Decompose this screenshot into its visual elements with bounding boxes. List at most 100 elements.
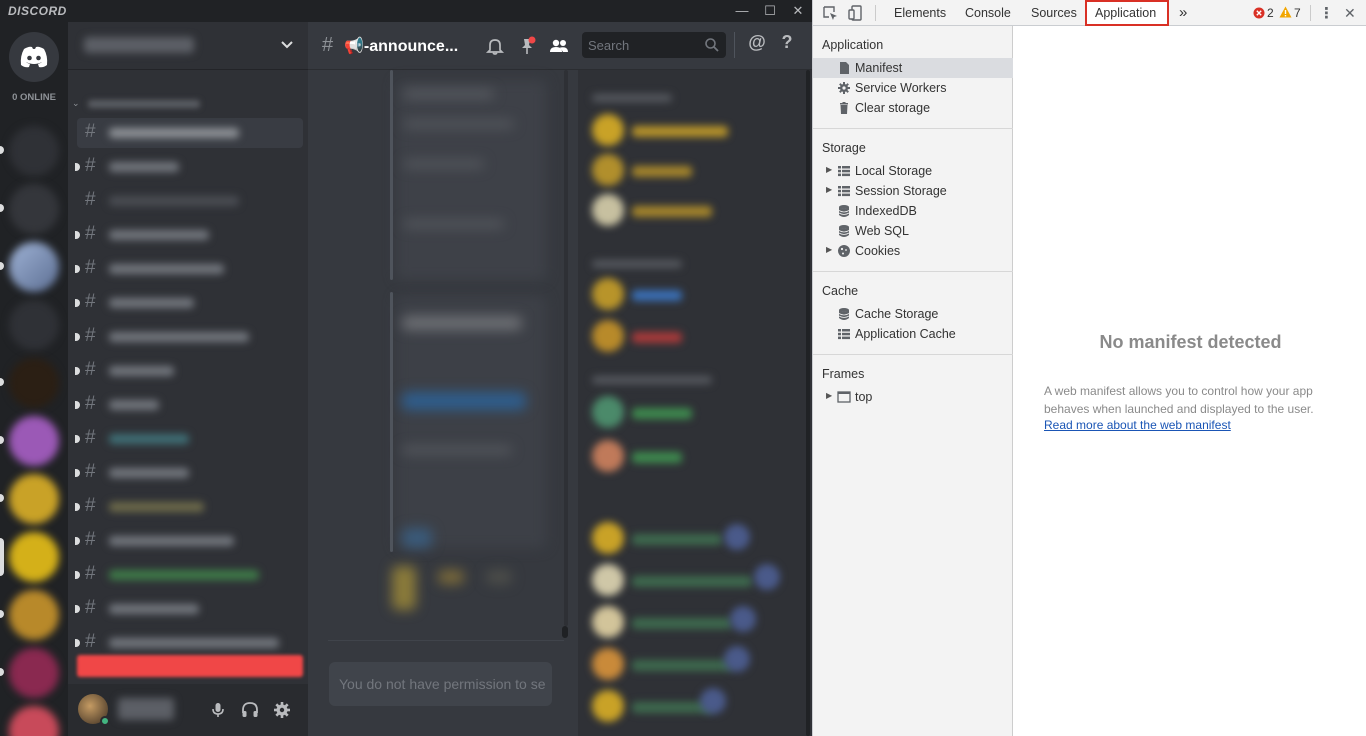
tab-sources[interactable]: Sources bbox=[1025, 0, 1083, 26]
member-name[interactable] bbox=[632, 576, 752, 587]
member-name[interactable] bbox=[632, 408, 692, 419]
sidebar-item-local-storage[interactable]: ▶ Local Storage bbox=[813, 161, 1013, 181]
member-name[interactable] bbox=[632, 166, 692, 177]
maximize-button[interactable]: ☐ bbox=[756, 0, 784, 22]
channel-item[interactable]: # bbox=[75, 356, 303, 386]
member-avatar[interactable] bbox=[592, 648, 624, 680]
sidebar-item-cache-storage[interactable]: Cache Storage bbox=[813, 304, 1013, 324]
channel-item[interactable]: # bbox=[75, 220, 303, 250]
member-name[interactable] bbox=[632, 332, 682, 343]
sidebar-item-top-frame[interactable]: ▶ top bbox=[813, 387, 1013, 407]
member-avatar[interactable] bbox=[592, 114, 624, 146]
sidebar-item-application-cache[interactable]: Application Cache bbox=[813, 324, 1013, 344]
category-chevron-icon[interactable]: ⌄ bbox=[72, 98, 80, 109]
expand-arrow-icon[interactable]: ▶ bbox=[826, 185, 832, 194]
server-icon[interactable] bbox=[9, 706, 59, 736]
tab-console[interactable]: Console bbox=[959, 0, 1017, 26]
channel-item[interactable]: # bbox=[75, 628, 303, 658]
device-toolbar-icon[interactable] bbox=[847, 4, 865, 22]
member-avatar[interactable] bbox=[592, 440, 624, 472]
category-label[interactable] bbox=[88, 100, 200, 108]
message-composer[interactable]: You do not have permission to se bbox=[329, 662, 552, 706]
menu-dots-icon[interactable]: ⋮ bbox=[1319, 4, 1334, 22]
channel-item[interactable]: # bbox=[77, 118, 303, 148]
warning-icon[interactable] bbox=[1279, 6, 1292, 18]
error-count[interactable]: 2 bbox=[1267, 6, 1274, 20]
mention-icon[interactable]: @ bbox=[746, 32, 768, 54]
member-name[interactable] bbox=[632, 290, 682, 301]
server-icon[interactable] bbox=[9, 532, 59, 582]
sidebar-item-cookies[interactable]: ▶ Cookies bbox=[813, 241, 1013, 261]
member-name[interactable] bbox=[632, 206, 712, 217]
member-name[interactable] bbox=[632, 660, 732, 671]
expand-arrow-icon[interactable]: ▶ bbox=[826, 165, 832, 174]
expand-arrow-icon[interactable]: ▶ bbox=[826, 391, 832, 400]
minimize-button[interactable]: — bbox=[728, 0, 756, 22]
close-devtools-icon[interactable]: ✕ bbox=[1344, 5, 1356, 22]
headphones-icon[interactable] bbox=[240, 700, 260, 720]
help-icon[interactable]: ? bbox=[776, 32, 798, 54]
server-icon[interactable] bbox=[9, 358, 59, 408]
close-window-button[interactable]: ✕ bbox=[784, 0, 812, 22]
member-avatar[interactable] bbox=[592, 690, 624, 722]
member-avatar[interactable] bbox=[592, 564, 624, 596]
member-avatar[interactable] bbox=[592, 606, 624, 638]
server-icon[interactable] bbox=[9, 126, 59, 176]
member-name[interactable] bbox=[632, 452, 682, 463]
inspect-element-icon[interactable] bbox=[821, 4, 839, 22]
channel-item[interactable]: # bbox=[75, 594, 303, 624]
error-icon[interactable] bbox=[1253, 7, 1265, 19]
tab-elements[interactable]: Elements bbox=[888, 0, 952, 26]
channel-item[interactable]: # bbox=[77, 186, 303, 216]
highlighted-channel-bar[interactable] bbox=[77, 655, 303, 677]
sidebar-item-web-sql[interactable]: Web SQL bbox=[813, 221, 1013, 241]
scrollbar-track[interactable] bbox=[564, 70, 568, 626]
sidebar-item-service-workers[interactable]: Service Workers bbox=[813, 78, 1013, 98]
search-box[interactable] bbox=[582, 32, 726, 58]
sidebar-item-indexeddb[interactable]: IndexedDB bbox=[813, 201, 1013, 221]
server-icon[interactable] bbox=[9, 590, 59, 640]
chevron-down-icon[interactable] bbox=[278, 36, 296, 54]
sidebar-item-session-storage[interactable]: ▶ Session Storage bbox=[813, 181, 1013, 201]
search-input[interactable] bbox=[582, 32, 700, 58]
settings-icon[interactable] bbox=[272, 700, 292, 720]
channel-item[interactable]: # bbox=[75, 254, 303, 284]
discord-home-button[interactable] bbox=[9, 32, 59, 82]
channel-item[interactable]: # bbox=[75, 526, 303, 556]
server-icon[interactable] bbox=[9, 184, 59, 234]
member-avatar[interactable] bbox=[592, 396, 624, 428]
server-icon[interactable] bbox=[9, 648, 59, 698]
channel-item[interactable]: # bbox=[75, 152, 303, 182]
server-icon[interactable] bbox=[9, 474, 59, 524]
manifest-docs-link[interactable]: Read more about the web manifest bbox=[1044, 418, 1231, 432]
member-avatar[interactable] bbox=[592, 278, 624, 310]
channel-item[interactable]: # bbox=[75, 424, 303, 454]
member-name[interactable] bbox=[632, 126, 728, 137]
warning-count[interactable]: 7 bbox=[1294, 6, 1301, 20]
members-icon[interactable] bbox=[548, 35, 570, 57]
channel-item[interactable]: # bbox=[75, 322, 303, 352]
member-name[interactable] bbox=[632, 618, 732, 629]
more-tabs-button[interactable]: » bbox=[1173, 0, 1193, 26]
sidebar-item-clear-storage[interactable]: Clear storage bbox=[813, 98, 1013, 118]
channel-item[interactable]: # bbox=[75, 458, 303, 488]
member-avatar[interactable] bbox=[592, 522, 624, 554]
expand-arrow-icon[interactable]: ▶ bbox=[826, 245, 832, 254]
member-name[interactable] bbox=[632, 534, 722, 545]
pin-icon[interactable] bbox=[516, 35, 538, 57]
scrollbar[interactable] bbox=[562, 626, 568, 638]
channel-item[interactable]: # bbox=[75, 390, 303, 420]
tab-application[interactable]: Application bbox=[1085, 0, 1169, 26]
member-avatar[interactable] bbox=[592, 320, 624, 352]
channel-item[interactable]: # bbox=[75, 288, 303, 318]
channel-item[interactable]: # bbox=[75, 560, 303, 590]
channel-item[interactable]: # bbox=[75, 492, 303, 522]
server-icon[interactable] bbox=[9, 242, 59, 292]
server-icon[interactable] bbox=[9, 300, 59, 350]
scrollbar[interactable] bbox=[806, 70, 810, 736]
member-avatar[interactable] bbox=[592, 154, 624, 186]
search-icon[interactable] bbox=[704, 37, 720, 53]
bell-icon[interactable] bbox=[484, 35, 506, 57]
mic-icon[interactable] bbox=[208, 700, 228, 720]
sidebar-item-manifest[interactable]: Manifest bbox=[813, 58, 1013, 78]
